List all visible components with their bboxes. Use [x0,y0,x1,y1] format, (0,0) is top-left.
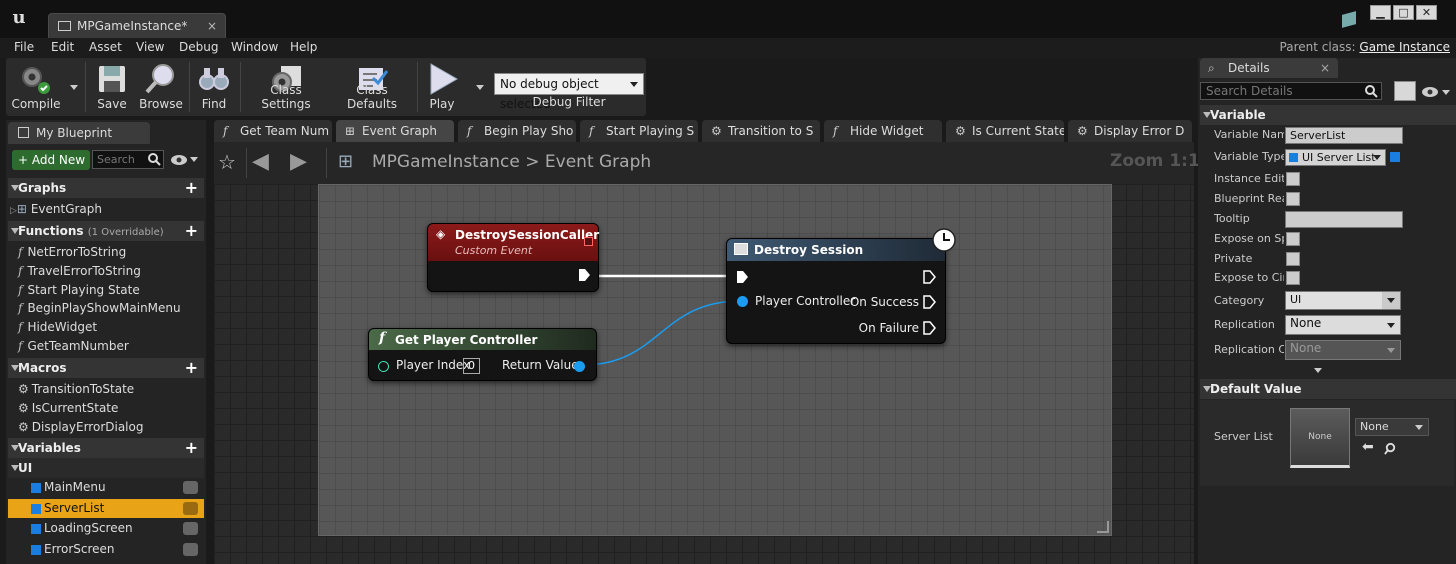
return-value-pin-icon[interactable] [574,361,585,372]
event-diamond-icon: ◈ [436,227,446,241]
container-type-icon[interactable] [1390,152,1400,162]
advanced-expand-chevron-icon[interactable] [1314,368,1322,373]
custom-event-title: DestroySessionCaller [455,228,600,242]
category-combobox[interactable]: UI [1285,291,1401,310]
search-icon [1365,85,1378,98]
on-success-pin-label: On Success [849,295,919,309]
destroy-session-node[interactable]: Destroy Session Player Controller On Suc… [726,228,956,344]
chevron-down-icon [1387,323,1395,328]
property-matrix-grid-icon[interactable] [1394,81,1416,101]
function-icon: f [379,330,386,346]
replication-condition-value: None [1290,341,1322,355]
category-value: UI [1290,293,1302,306]
details-search-input[interactable]: Search Details [1200,82,1382,100]
details-magnifier-icon: ⌕ [1208,61,1215,75]
replication-label: Replication [1214,318,1275,331]
exec-out-pin-icon[interactable] [578,268,591,282]
asset-picker-value: None [1360,420,1389,433]
replication-condition-select: None [1285,340,1401,360]
variable-name-label: Variable Name [1214,128,1284,141]
player-index-pin-label: Player Index [396,358,471,372]
instance-editable-checkbox[interactable] [1286,172,1300,186]
destroy-session-title: Destroy Session [754,243,864,257]
on-failure-pin-label: On Failure [858,321,919,335]
player-controller-pin-label: Player Controller [755,294,856,308]
asset-picker-combobox[interactable]: None [1355,418,1429,436]
close-details-icon[interactable]: × [1320,58,1330,78]
object-type-icon [1289,153,1298,162]
variable-type-select[interactable]: UI Server List [1285,149,1386,166]
private-checkbox[interactable] [1286,252,1300,266]
variable-type-label: Variable Type [1214,150,1284,163]
chevron-down-icon [1373,155,1381,160]
server-list-label: Server List [1214,430,1273,443]
exec-out-pin-icon[interactable] [923,321,936,335]
player-controller-pin-icon[interactable] [737,296,748,307]
data-wire [582,300,742,366]
exec-out-pin-icon[interactable] [923,295,936,309]
details-tab-label: Details [1228,61,1270,75]
tooltip-field[interactable] [1285,211,1403,228]
use-selected-arrow-icon[interactable]: ⬅ [1362,439,1374,455]
variable-section-header[interactable]: Variable [1200,105,1456,125]
get-player-controller-node[interactable]: f Get Player Controller Player Index 0 R… [368,328,597,381]
view-options-eye-icon[interactable] [1421,85,1441,99]
chevron-down-icon [1387,348,1395,353]
custom-event-node[interactable]: ◈ DestroySessionCaller Custom Event [427,223,599,292]
variable-section-label: Variable [1210,108,1266,122]
blueprint-readonly-checkbox[interactable] [1286,192,1300,206]
default-value-label: Default Value [1210,382,1302,396]
details-tab[interactable]: ⌕ Details × [1200,58,1338,78]
async-node-icon [734,243,748,255]
custom-event-subtitle: Custom Event [455,244,533,257]
chevron-down-icon [1387,298,1395,303]
category-label: Category [1214,294,1265,307]
delegate-pin-icon[interactable] [584,237,593,246]
variable-name-field[interactable]: ServerList [1285,127,1403,144]
get-player-controller-header: f Get Player Controller [369,329,596,350]
destroy-session-header: Destroy Session [727,239,945,261]
variable-type-value: UI Server List [1302,151,1376,164]
replication-condition-label: Replication Condition [1214,343,1284,356]
custom-event-header: ◈ DestroySessionCaller Custom Event [428,224,600,261]
get-player-controller-title: Get Player Controller [395,333,538,347]
blueprint-readonly-label: Blueprint Read Only [1214,192,1284,205]
default-value-section-header[interactable]: Default Value [1200,379,1456,399]
details-search-placeholder: Search Details [1206,84,1293,98]
instance-editable-label: Instance Editable [1214,172,1284,185]
collapse-triangle-icon [1203,112,1211,118]
details-panel: ⌕ Details × Search Details Variable Vari… [1198,58,1456,564]
expose-cinematics-label: Expose to Cinematics [1214,271,1284,284]
expose-cinematics-checkbox[interactable] [1286,271,1300,285]
player-index-input[interactable]: 0 [463,358,480,374]
player-index-pin-icon[interactable] [378,361,389,372]
expose-spawn-checkbox[interactable] [1286,232,1300,246]
exec-out-pin-icon[interactable] [923,270,936,284]
collapse-triangle-icon [1203,386,1211,392]
browse-asset-search-icon[interactable] [1384,442,1397,455]
exec-in-pin-icon[interactable] [736,270,749,284]
tooltip-label: Tooltip [1214,212,1250,225]
expose-spawn-label: Expose on Spawn [1214,232,1284,245]
replication-select[interactable]: None [1285,315,1401,335]
latent-clock-icon [932,228,956,252]
chevron-down-icon [1415,425,1423,430]
replication-value: None [1290,316,1322,330]
return-value-pin-label: Return Value [502,358,579,372]
asset-thumbnail[interactable]: None [1290,408,1350,468]
view-options-chevron-icon[interactable] [1442,90,1450,95]
private-label: Private [1214,252,1253,265]
